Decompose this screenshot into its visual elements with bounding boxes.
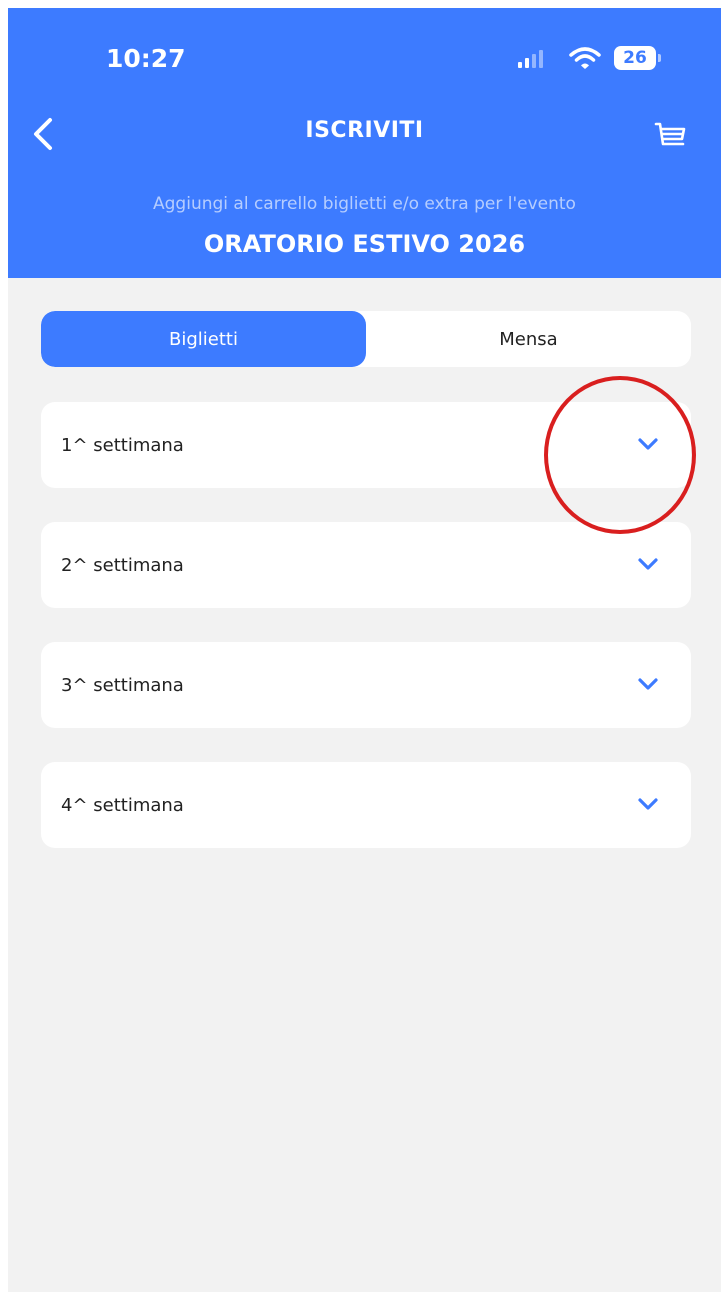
chevron-down-icon[interactable] bbox=[637, 676, 659, 692]
event-name: ORATORIO ESTIVO 2026 bbox=[203, 230, 526, 258]
week-label: 2^ settimana bbox=[61, 554, 184, 576]
week-accordion-4[interactable]: 4^ settimana bbox=[41, 762, 691, 848]
signal-icon bbox=[518, 50, 543, 68]
week-label: 4^ settimana bbox=[61, 794, 184, 816]
header: 10:27 26 ISCRIVITI Aggiungi al carrello … bbox=[8, 8, 721, 278]
week-accordion-2[interactable]: 2^ settimana bbox=[41, 522, 691, 608]
event-subtitle: Aggiungi al carrello biglietti e/o extra… bbox=[153, 194, 576, 214]
week-label: 1^ settimana bbox=[61, 434, 184, 456]
battery-icon: 26 bbox=[614, 46, 661, 70]
wifi-icon bbox=[569, 47, 601, 69]
tab-biglietti[interactable]: Biglietti bbox=[41, 311, 366, 367]
chevron-down-icon[interactable] bbox=[637, 556, 659, 572]
page-title: ISCRIVITI bbox=[305, 118, 424, 143]
week-accordion-3[interactable]: 3^ settimana bbox=[41, 642, 691, 728]
tab-mensa[interactable]: Mensa bbox=[366, 311, 691, 367]
status-time: 10:27 bbox=[106, 44, 186, 73]
cart-icon[interactable] bbox=[650, 116, 690, 156]
tab-bar: Biglietti Mensa bbox=[41, 311, 691, 367]
chevron-down-icon[interactable] bbox=[637, 796, 659, 812]
highlight-circle-annotation bbox=[544, 376, 696, 534]
app-screen: 10:27 26 ISCRIVITI Aggiungi al carrello … bbox=[8, 8, 721, 1292]
week-label: 3^ settimana bbox=[61, 674, 184, 696]
